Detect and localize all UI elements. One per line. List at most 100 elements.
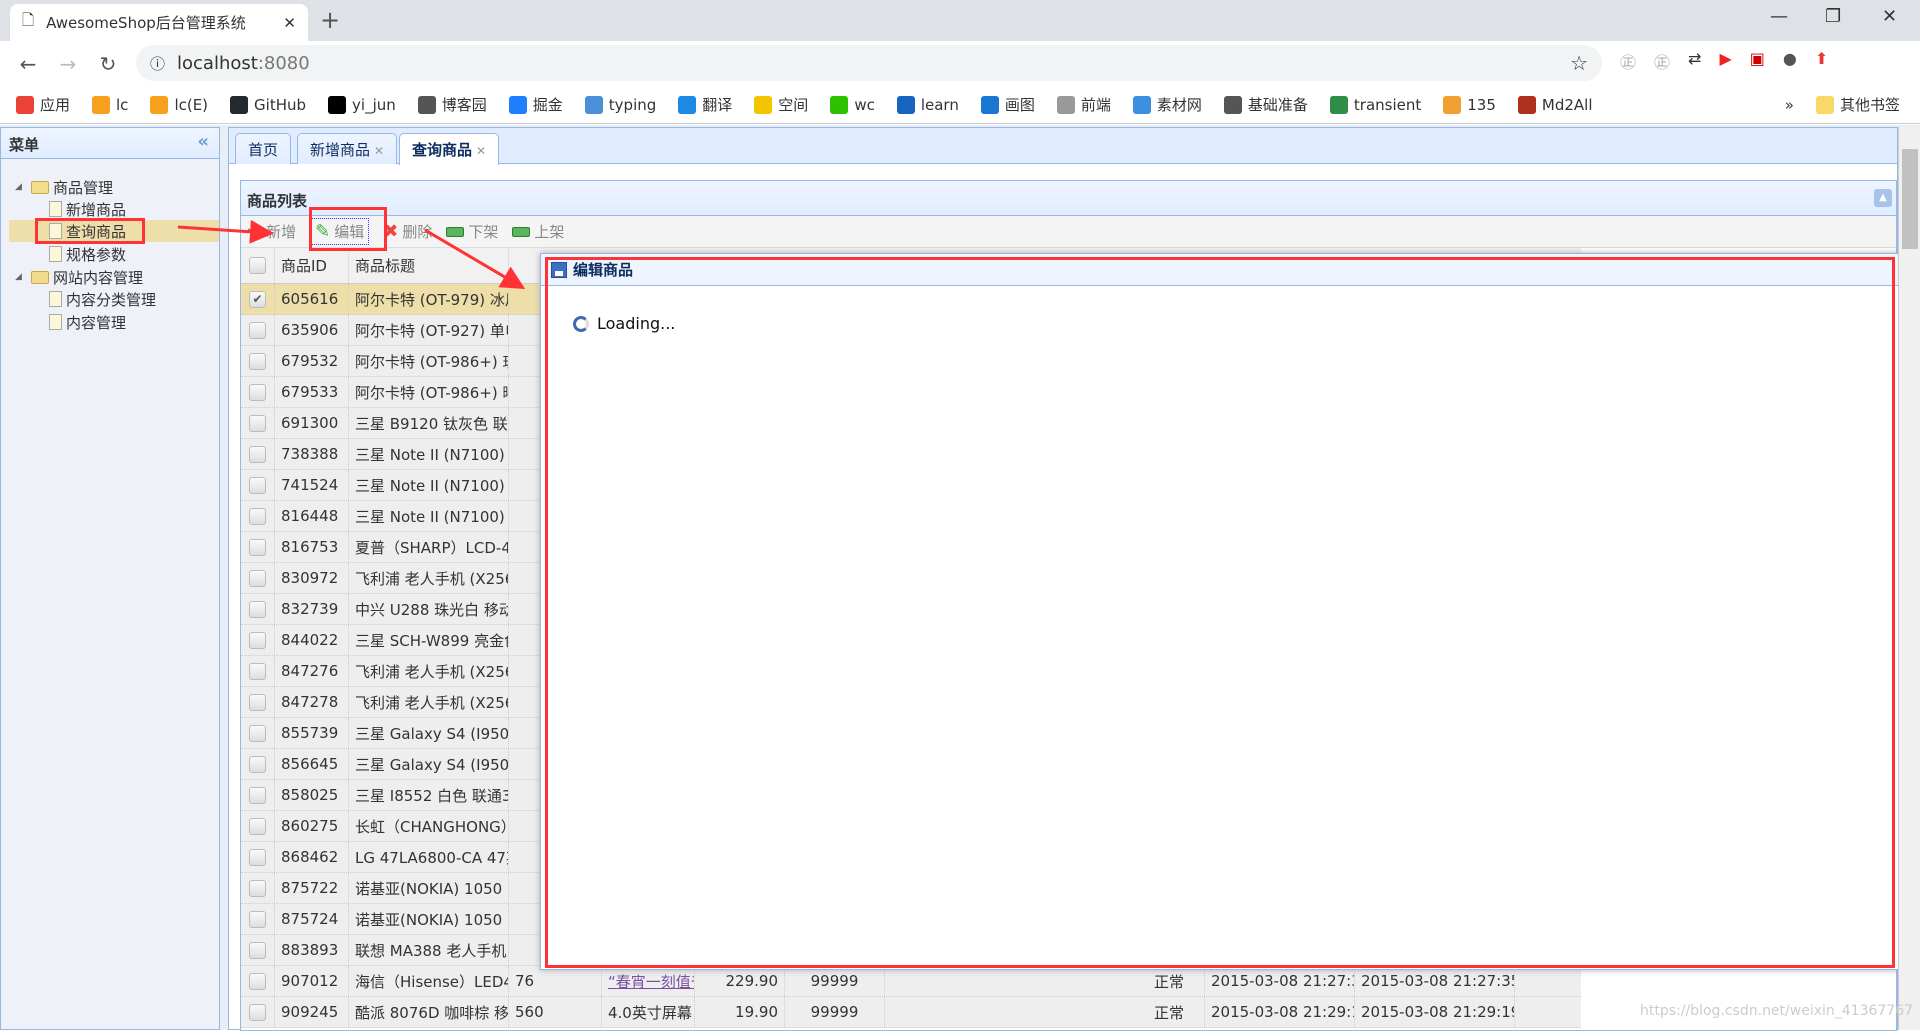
reload-icon[interactable]: ↻: [88, 52, 128, 76]
row-checkbox[interactable]: [249, 321, 266, 339]
toolbar-button-3[interactable]: 下架: [446, 221, 498, 242]
scrollbar-thumb[interactable]: [1902, 149, 1918, 249]
minimize-button[interactable]: —: [1770, 6, 1788, 27]
tree-node-5[interactable]: 内容分类管理: [49, 288, 156, 310]
row-checkbox[interactable]: [249, 910, 266, 928]
new-tab-button[interactable]: +: [320, 6, 340, 34]
toolbar-button-4[interactable]: 上架: [512, 221, 564, 242]
row-checkbox[interactable]: [249, 662, 266, 680]
row-checkbox[interactable]: [249, 538, 266, 556]
bookmark-7[interactable]: typing: [584, 95, 656, 114]
c3-value: 560: [515, 1003, 544, 1021]
browser-tab[interactable]: 🗋 AwesomeShop后台管理系统 ✕: [10, 4, 308, 41]
cell-id: 875724: [275, 904, 349, 934]
expand-icon[interactable]: ◢: [15, 182, 27, 192]
pdf-extension-icon[interactable]: ▣: [1750, 49, 1765, 73]
address-bar[interactable]: ⓘ localhost:8080 ☆: [136, 45, 1602, 81]
row-checkbox[interactable]: [249, 848, 266, 866]
bookmark-17[interactable]: 135: [1443, 95, 1496, 114]
toolbar-button-2[interactable]: ✖ 删除: [383, 221, 432, 242]
youtube-extension-icon[interactable]: ▶: [1719, 49, 1731, 73]
row-checkbox[interactable]: [249, 786, 266, 804]
row-checkbox[interactable]: [249, 693, 266, 711]
bookmark-11[interactable]: learn: [896, 95, 959, 114]
row-checkbox[interactable]: [249, 972, 266, 990]
row-checkbox[interactable]: [249, 631, 266, 649]
other-bookmarks[interactable]: 其他书签: [1815, 94, 1900, 115]
tree-node-3[interactable]: 规格参数: [49, 243, 126, 265]
sell_point-value[interactable]: “春宵一刻值千金: [608, 971, 694, 992]
bookmark-14[interactable]: 素材网: [1132, 94, 1202, 115]
table-row[interactable]: 907012 海信（Hisense）LED42EC260JD 42 76 “春宵一刻值…: [241, 966, 1581, 997]
close-icon[interactable]: ✕: [476, 144, 486, 158]
extension-icon[interactable]: ㊣: [1654, 49, 1670, 73]
row-checkbox[interactable]: [249, 600, 266, 618]
collapse-icon[interactable]: «: [197, 131, 209, 152]
row-checkbox[interactable]: [249, 724, 266, 742]
restore-button[interactable]: ❐: [1825, 6, 1841, 27]
bookmark-5[interactable]: 博客园: [417, 94, 487, 115]
table-row[interactable]: 909245 酷派 8076D 咖啡棕 移动3G手机 双卡 560 4.0英寸屏幕，双…: [241, 997, 1581, 1028]
vertical-scrollbar[interactable]: [1898, 127, 1920, 1030]
row-checkbox[interactable]: [249, 383, 266, 401]
cell-id: 875722: [275, 873, 349, 903]
bookmark-13[interactable]: 前端: [1056, 94, 1111, 115]
expand-icon[interactable]: ◢: [15, 272, 27, 282]
profile-icon[interactable]: ●: [1783, 49, 1797, 73]
row-checkbox[interactable]: [249, 414, 266, 432]
bookmark-12[interactable]: 画图: [980, 94, 1035, 115]
browser-tab-title: AwesomeShop后台管理系统: [46, 14, 246, 32]
select-all-checkbox[interactable]: [249, 257, 266, 274]
tree-node-4[interactable]: ◢ 网站内容管理: [15, 266, 143, 288]
column-header-title[interactable]: 商品标题: [349, 248, 509, 283]
bookmark-8[interactable]: 翻译: [678, 94, 732, 115]
column-header-id[interactable]: 商品ID: [275, 248, 349, 283]
row-checkbox[interactable]: [249, 476, 266, 494]
tree-node-6[interactable]: 内容管理: [49, 311, 126, 333]
bookmark-1[interactable]: lc: [92, 95, 128, 114]
bookmark-2[interactable]: lc(E): [150, 95, 208, 114]
more-bookmarks-button[interactable]: »: [1785, 96, 1794, 114]
bookmark-3[interactable]: GitHub: [230, 95, 306, 114]
tab-2[interactable]: 查询商品 ✕: [399, 133, 500, 165]
cell-id: 679533: [275, 377, 349, 407]
tab-1[interactable]: 新增商品 ✕: [297, 133, 398, 164]
bookmark-9[interactable]: 空间: [754, 94, 808, 115]
bookmark-6[interactable]: 掘金: [508, 94, 563, 115]
close-tab-icon[interactable]: ✕: [283, 14, 296, 32]
title-value: 夏普（SHARP）LCD-46DS: [355, 538, 508, 557]
bookmark-0[interactable]: 应用: [16, 94, 70, 115]
row-checkbox[interactable]: [249, 1003, 266, 1021]
bookmark-18[interactable]: Md2All: [1517, 95, 1593, 114]
row-checkbox[interactable]: [249, 755, 266, 773]
extension-icon[interactable]: ㊣: [1620, 49, 1636, 73]
collapse-panel-icon[interactable]: ▲: [1874, 189, 1892, 207]
row-checkbox[interactable]: [249, 569, 266, 587]
back-icon[interactable]: ←: [8, 52, 48, 76]
bookmark-10[interactable]: wc: [830, 95, 875, 114]
row-checkbox[interactable]: [249, 941, 266, 959]
num-value: 99999: [810, 1003, 859, 1021]
bookmark-15[interactable]: 基础准备: [1223, 94, 1308, 115]
tree-node-0[interactable]: ◢ 商品管理: [15, 176, 113, 198]
bookmark-16[interactable]: transient: [1329, 95, 1421, 114]
close-window-button[interactable]: ✕: [1882, 6, 1897, 27]
tree-node-label: 规格参数: [66, 245, 127, 264]
close-icon[interactable]: ✕: [374, 144, 384, 158]
bookmark-4[interactable]: yi_jun: [328, 95, 396, 114]
row-checkbox[interactable]: [249, 445, 266, 463]
row-checkbox[interactable]: ✔: [249, 290, 266, 308]
translate-icon: [678, 95, 697, 114]
tree-node-1[interactable]: 新增商品: [49, 198, 126, 220]
update-icon[interactable]: ⬆: [1815, 49, 1828, 73]
tab-0[interactable]: 首页: [235, 133, 292, 164]
row-checkbox[interactable]: [249, 352, 266, 370]
translate-extension-icon[interactable]: ⇄: [1688, 49, 1701, 73]
num-value: 99999: [810, 972, 859, 990]
toolbar-button-0[interactable]: ✚ 新增: [247, 221, 296, 242]
forward-icon[interactable]: →: [48, 52, 88, 76]
row-checkbox[interactable]: [249, 879, 266, 897]
star-icon[interactable]: ☆: [1570, 51, 1588, 75]
row-checkbox[interactable]: [249, 817, 266, 835]
row-checkbox[interactable]: [249, 507, 266, 525]
